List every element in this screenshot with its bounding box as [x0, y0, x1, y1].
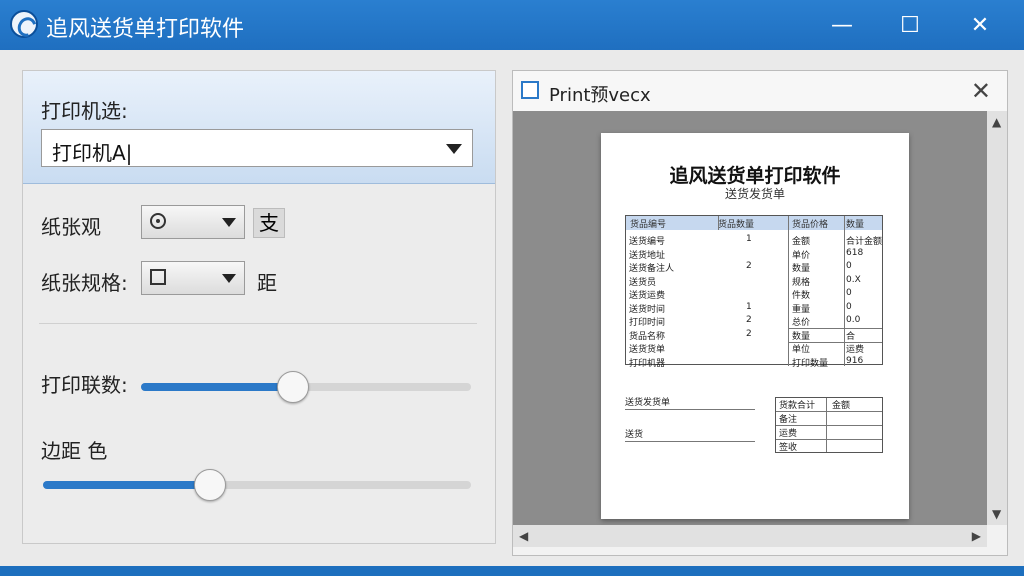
- table-cell: 0.0: [846, 315, 861, 325]
- table-cell: 金额: [792, 237, 811, 247]
- summary-cell: 金额: [832, 401, 851, 411]
- paper-option-button[interactable]: 支: [253, 208, 285, 238]
- horizontal-scrollbar[interactable]: ◀ ▶: [513, 525, 987, 547]
- table-cell: 合: [846, 331, 856, 342]
- table-cell: 规格: [792, 277, 811, 288]
- table-cell: 运费: [846, 345, 865, 355]
- table-header-cell: 货品数量: [718, 220, 755, 230]
- signature-line: [625, 409, 755, 410]
- paper-size-label: 纸张规格:: [41, 271, 128, 295]
- scroll-right-icon[interactable]: ▶: [972, 529, 981, 543]
- table-cell: 送货备注人: [629, 264, 675, 274]
- margin-slider-handle[interactable]: [194, 469, 226, 501]
- bottom-label: 送货发货单: [625, 398, 671, 408]
- main-content: 打印机选: 打印机A| 纸张观 支 纸张规格: 距 打印联数: 边距 色 Pri…: [0, 50, 1024, 566]
- square-icon: [150, 269, 166, 285]
- table-cell: 数量: [792, 264, 811, 274]
- summary-cell: 货款合计: [779, 401, 816, 411]
- margin-slider-fill: [43, 481, 210, 489]
- summary-table: 货款合计 金额 备注 运费 签收: [775, 397, 883, 453]
- signature-line: [625, 441, 755, 442]
- vertical-scrollbar[interactable]: ▲ ▼: [987, 111, 1007, 525]
- table-cell: 总价: [792, 318, 811, 328]
- title-bar: 追风送货单打印软件 — ☐ ✕: [0, 0, 1024, 50]
- app-logo-icon: [10, 10, 38, 38]
- printer-value: 打印机A|: [52, 141, 133, 165]
- grid-line: [788, 216, 789, 366]
- summary-cell: 签收: [779, 443, 798, 453]
- table-cell: 打印数量: [792, 358, 829, 369]
- table-cell: 件数: [792, 291, 811, 301]
- table-cell: 0: [846, 301, 852, 312]
- preview-title-bar: Print预veсx ✕: [513, 71, 1007, 111]
- table-cell: 合计金额: [846, 237, 883, 247]
- maximize-button[interactable]: ☐: [876, 0, 944, 50]
- chevron-down-icon[interactable]: [222, 218, 236, 227]
- divider: [39, 323, 477, 324]
- preview-title: Print预veсx: [549, 85, 651, 106]
- table-cell: 1: [746, 234, 752, 244]
- window-title: 追风送货单打印软件: [46, 17, 245, 42]
- table-cell: 送货员: [629, 277, 657, 288]
- margin-label: 边距 色: [41, 439, 108, 463]
- table-cell: 0.X: [846, 274, 861, 285]
- table-cell: 送货货单: [629, 345, 666, 355]
- document-page: 追风送货单打印软件 送货发货单 货品编号 货品数量 货品价格 数量 送货编号 1 金…: [601, 133, 909, 519]
- table-cell: 打印机器: [629, 358, 666, 369]
- document-subtitle: 送货发货单: [724, 187, 785, 201]
- minimize-button[interactable]: —: [808, 0, 876, 50]
- printer-label: 打印机选:: [41, 99, 128, 123]
- table-header-cell: 货品编号: [630, 220, 667, 230]
- printer-icon: [521, 81, 539, 99]
- paper-size-dropdown[interactable]: [141, 261, 245, 295]
- printer-section: 打印机选: 打印机A|: [23, 71, 495, 184]
- table-cell: 2: [746, 261, 752, 271]
- paper-type-dropdown[interactable]: [141, 205, 245, 239]
- grid-line: [718, 216, 719, 230]
- copies-slider-handle[interactable]: [277, 371, 309, 403]
- invoice-table: 货品编号 货品数量 货品价格 数量 送货编号 1 金额 合计金额送货地址 单价 618 送货…: [625, 215, 883, 369]
- table-cell: 1: [746, 301, 752, 312]
- table-cell: 0: [846, 288, 852, 298]
- table-cell: 2: [746, 328, 752, 339]
- table-header-cell: 货品价格: [792, 220, 829, 230]
- close-button[interactable]: ✕: [946, 0, 1014, 50]
- document-title: 追风送货单打印软件: [669, 165, 841, 187]
- preview-close-button[interactable]: ✕: [971, 77, 991, 105]
- paper-label: 纸张观: [41, 215, 101, 239]
- table-cell: 916: [846, 355, 864, 366]
- chevron-down-icon[interactable]: [446, 144, 462, 154]
- summary-cell: 备注: [779, 415, 798, 425]
- table-cell: 送货编号: [629, 237, 666, 247]
- bottom-label: 送货: [625, 430, 644, 440]
- table-cell: 单位: [792, 345, 811, 355]
- copies-label: 打印联数:: [41, 373, 128, 397]
- table-cell: 数量: [792, 331, 811, 342]
- scroll-down-icon[interactable]: ▼: [992, 507, 1001, 521]
- table-cell: 2: [746, 315, 752, 325]
- table-cell: 送货地址: [629, 250, 666, 261]
- table-cell: 货品名称: [629, 331, 666, 342]
- radio-icon: [150, 213, 166, 229]
- table-cell: 单价: [792, 250, 811, 261]
- printer-dropdown[interactable]: 打印机A|: [41, 129, 473, 167]
- table-cell: 重量: [792, 304, 811, 315]
- scroll-up-icon[interactable]: ▲: [992, 115, 1001, 129]
- table-header-cell: 数量: [846, 220, 865, 230]
- grid-line: [844, 216, 845, 366]
- chevron-down-icon[interactable]: [222, 274, 236, 283]
- table-cell: 送货时间: [629, 304, 666, 315]
- print-preview-window: Print预veсx ✕ 追风送货单打印软件 送货发货单 货品编号 货品数量 货…: [512, 70, 1008, 556]
- paper-size-unit: 距: [257, 271, 277, 295]
- table-cell: 0: [846, 261, 852, 271]
- summary-cell: 运费: [779, 429, 798, 439]
- settings-panel: 打印机选: 打印机A| 纸张观 支 纸张规格: 距 打印联数: 边距 色: [22, 70, 496, 544]
- scroll-left-icon[interactable]: ◀: [519, 529, 528, 543]
- table-cell: 打印时间: [629, 318, 666, 328]
- table-cell: 送货运费: [629, 291, 666, 301]
- table-cell: 618: [846, 247, 864, 258]
- copies-slider-fill: [141, 383, 293, 391]
- preview-canvas: 追风送货单打印软件 送货发货单 货品编号 货品数量 货品价格 数量 送货编号 1 金…: [513, 111, 987, 525]
